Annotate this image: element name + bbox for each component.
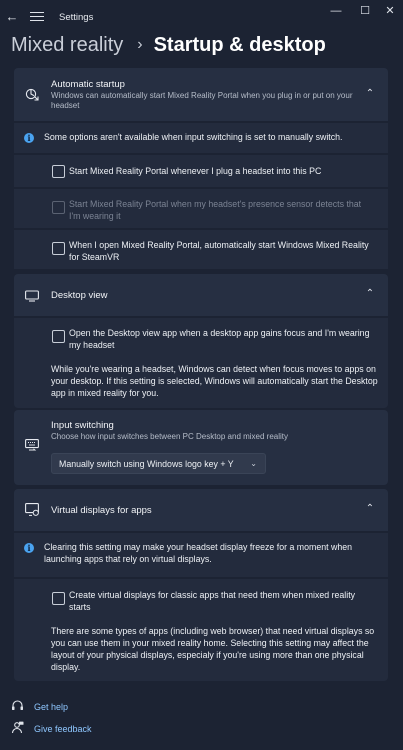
- window-title: Settings: [59, 12, 94, 23]
- title-bar: ← Settings — ☐ ✕: [0, 0, 403, 34]
- help-icon: [11, 699, 24, 715]
- info-icon: i: [24, 543, 34, 553]
- desktop-view-title: Desktop view: [51, 290, 108, 301]
- chevron-down-icon: ⌄: [250, 459, 257, 468]
- chevron-up-icon[interactable]: ⌃: [364, 503, 376, 515]
- automatic-startup-title: Automatic startup: [51, 79, 125, 90]
- input-switching-description: Choose how input switches between PC Des…: [51, 432, 289, 441]
- maximize-button[interactable]: ☐: [352, 4, 378, 18]
- virtual-displays-body: Create virtual displays for classic apps…: [14, 579, 388, 681]
- automatic-startup-description: Windows can automatically start Mixed Re…: [51, 91, 353, 110]
- info-icon: i: [24, 133, 34, 143]
- feedback-icon: [11, 721, 24, 737]
- create-virtual-displays-checkbox[interactable]: [52, 592, 65, 605]
- open-desktop-view-checkbox[interactable]: [52, 330, 65, 343]
- start-on-plug-label: Start Mixed Reality Portal whenever I pl…: [69, 166, 322, 176]
- virtual-displays-title: Virtual displays for apps: [51, 505, 152, 516]
- get-help-link[interactable]: Get help: [34, 702, 68, 712]
- steamvr-label: When I open Mixed Reality Portal, automa…: [69, 240, 369, 262]
- input-switching-dropdown[interactable]: Manually switch using Windows logo key +…: [51, 453, 266, 474]
- virtual-displays-info-bar: i Clearing this setting may make your he…: [14, 533, 388, 577]
- hamburger-menu-icon[interactable]: [30, 9, 44, 25]
- option-row: Start Mixed Reality Portal whenever I pl…: [14, 155, 388, 187]
- startup-icon: [25, 87, 39, 101]
- option-row: Start Mixed Reality Portal when my heads…: [14, 189, 388, 228]
- minimize-button[interactable]: —: [323, 4, 349, 18]
- breadcrumb: Mixed reality › Startup & desktop: [11, 30, 326, 60]
- input-switching-card: Input switching Choose how input switche…: [14, 410, 388, 485]
- info-message: Some options aren't available when input…: [44, 132, 343, 142]
- open-desktop-view-label: Open the Desktop view app when a desktop…: [69, 328, 370, 350]
- chevron-up-icon[interactable]: ⌃: [364, 288, 376, 300]
- virtual-displays-header[interactable]: Virtual displays for apps ⌃: [14, 489, 388, 531]
- automatic-startup-header[interactable]: Automatic startup Windows can automatica…: [14, 68, 388, 121]
- virtual-displays-explanation: There are some types of apps (including …: [51, 626, 375, 672]
- option-row: When I open Mixed Reality Portal, automa…: [14, 230, 388, 269]
- desktop-view-explanation: While you're wearing a headset, Windows …: [51, 364, 378, 398]
- input-switching-title: Input switching: [51, 420, 114, 431]
- breadcrumb-parent[interactable]: Mixed reality: [11, 34, 123, 57]
- close-button[interactable]: ✕: [377, 4, 403, 18]
- virtual-displays-info-message: Clearing this setting may make your head…: [44, 542, 353, 564]
- keyboard-switch-icon: [25, 439, 39, 452]
- monitor-icon: [25, 289, 39, 302]
- start-on-plug-checkbox[interactable]: [52, 165, 65, 178]
- page-title: Startup & desktop: [153, 33, 326, 56]
- desktop-view-body: Open the Desktop view app when a desktop…: [14, 318, 388, 408]
- create-virtual-displays-label: Create virtual displays for classic apps…: [69, 590, 356, 612]
- virtual-display-icon: [25, 503, 39, 516]
- input-switching-info-bar: i Some options aren't available when inp…: [14, 123, 388, 153]
- steamvr-checkbox[interactable]: [52, 242, 65, 255]
- chevron-up-icon[interactable]: ⌃: [364, 88, 376, 100]
- breadcrumb-separator-icon: ›: [137, 36, 143, 53]
- input-switching-selected: Manually switch using Windows logo key +…: [59, 458, 234, 469]
- give-feedback-link[interactable]: Give feedback: [34, 724, 92, 734]
- start-on-presence-label: Start Mixed Reality Portal when my heads…: [69, 199, 362, 221]
- start-on-presence-checkbox[interactable]: [52, 201, 65, 214]
- desktop-view-header[interactable]: Desktop view ⌃: [14, 274, 388, 316]
- back-arrow-icon[interactable]: ←: [4, 8, 20, 26]
